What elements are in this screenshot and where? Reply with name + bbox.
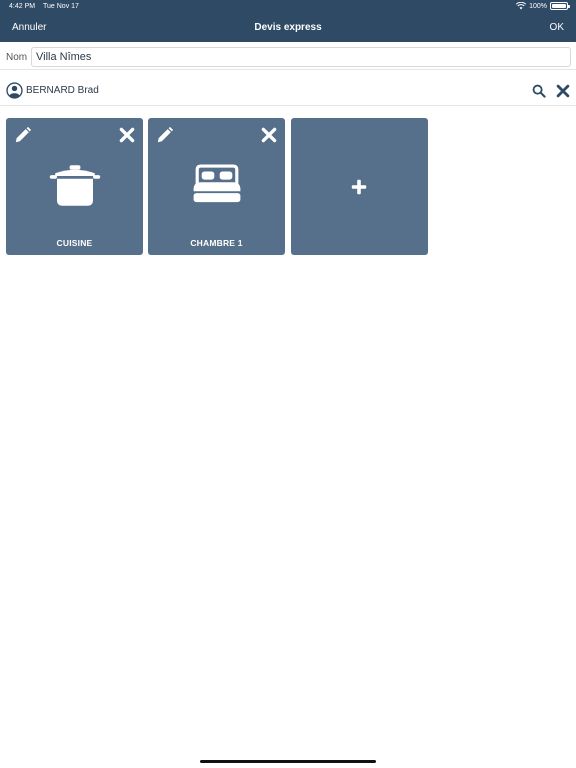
- pencil-icon[interactable]: [156, 126, 174, 144]
- header: 4:42 PM Tue Nov 17 100% Annuler Devis ex…: [0, 0, 576, 42]
- add-room-button[interactable]: [291, 118, 428, 255]
- client-row[interactable]: BERNARD Brad: [0, 76, 576, 106]
- battery-icon: [550, 2, 570, 10]
- status-time: 4:42 PM: [9, 3, 36, 10]
- room-tile-chambre-1[interactable]: CHAMBRE 1: [148, 118, 285, 255]
- name-input[interactable]: [31, 47, 571, 67]
- close-icon[interactable]: [119, 127, 135, 143]
- room-tile-cuisine[interactable]: CUISINE: [6, 118, 143, 255]
- status-bar: 4:42 PM Tue Nov 17 100%: [0, 0, 576, 14]
- home-indicator: [200, 760, 376, 763]
- close-icon[interactable]: [556, 84, 570, 98]
- ok-button[interactable]: OK: [550, 22, 564, 33]
- search-icon[interactable]: [532, 84, 546, 98]
- plus-icon: [351, 179, 367, 195]
- close-icon[interactable]: [261, 127, 277, 143]
- battery-percent: 100%: [529, 2, 547, 10]
- room-label: CUISINE: [56, 238, 93, 248]
- status-date: Tue Nov 17: [43, 3, 79, 10]
- bed-icon: [193, 164, 241, 203]
- name-label: Nom: [6, 52, 28, 63]
- user-circle-icon: [6, 82, 23, 99]
- room-label: CHAMBRE 1: [190, 238, 243, 248]
- status-indicators: 100%: [516, 2, 570, 10]
- client-name: BERNARD Brad: [26, 85, 99, 96]
- page-title: Devis express: [254, 22, 322, 33]
- pencil-icon[interactable]: [14, 126, 32, 144]
- wifi-icon: [516, 2, 527, 10]
- cooking-pot-icon: [49, 165, 101, 206]
- nav-bar: Annuler Devis express OK: [0, 14, 576, 42]
- name-row: Nom: [0, 46, 576, 70]
